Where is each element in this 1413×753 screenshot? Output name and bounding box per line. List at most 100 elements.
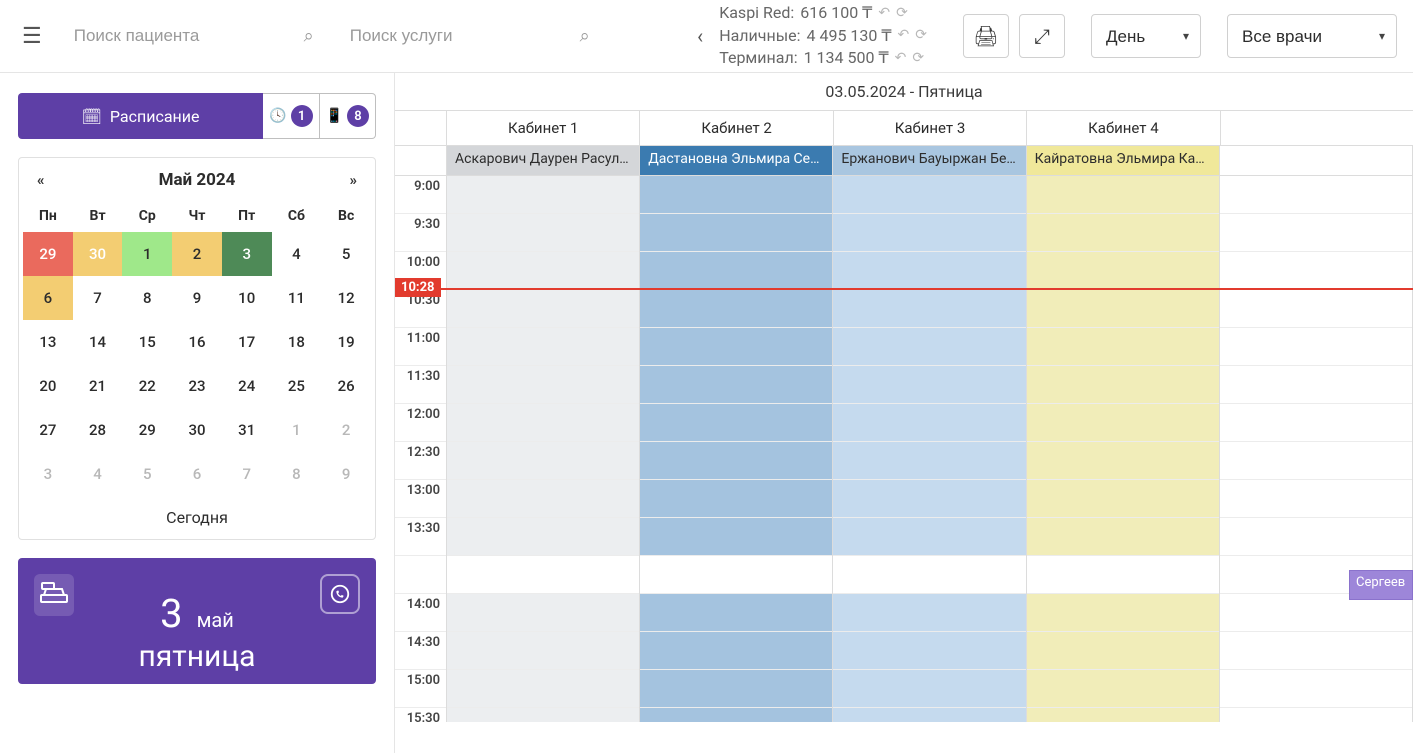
schedule-slot[interactable] [447, 442, 639, 480]
calendar-day[interactable]: 5 [321, 232, 371, 276]
calendar-day[interactable]: 24 [222, 364, 272, 408]
calendar-day[interactable]: 2 [172, 232, 222, 276]
menu-icon[interactable]: ☰ [16, 18, 48, 55]
fullscreen-button[interactable]: ⤢ [1019, 14, 1065, 58]
calendar-day[interactable]: 6 [172, 452, 222, 496]
schedule-slot[interactable] [640, 176, 832, 214]
schedule-slot[interactable] [1027, 518, 1219, 556]
calendar-day[interactable]: 2 [321, 408, 371, 452]
schedule-slot[interactable] [640, 670, 832, 708]
doctor-header[interactable]: Дастановна Эльмира Сери… [640, 146, 833, 175]
schedule-slot[interactable] [640, 480, 832, 518]
schedule-slot[interactable] [447, 366, 639, 404]
doctor-header[interactable]: Аскарович Даурен Расулов [447, 146, 640, 175]
history-badge-button[interactable]: 🕓 1 [263, 93, 319, 139]
cash-register-icon[interactable] [34, 574, 74, 616]
schedule-slot[interactable] [833, 670, 1025, 708]
schedule-slot[interactable] [833, 708, 1025, 722]
calendar-day[interactable]: 9 [321, 452, 371, 496]
schedule-slot[interactable] [1027, 214, 1219, 252]
schedule-slot[interactable] [833, 442, 1025, 480]
schedule-slot[interactable] [1027, 176, 1219, 214]
schedule-slot[interactable] [833, 290, 1025, 328]
schedule-slot[interactable] [1027, 632, 1219, 670]
undo-icon[interactable]: ↶ [898, 26, 910, 46]
schedule-event[interactable]: Сергеев [1349, 570, 1413, 600]
schedule-slot[interactable] [833, 404, 1025, 442]
calendar-day[interactable]: 12 [321, 276, 371, 320]
calendar-day[interactable]: 4 [272, 232, 322, 276]
calendar-today-button[interactable]: Сегодня [23, 496, 371, 533]
whatsapp-icon[interactable] [320, 574, 360, 614]
undo-icon[interactable]: ↶ [895, 49, 907, 69]
schedule-slot[interactable] [1220, 708, 1412, 722]
schedule-slot[interactable] [447, 708, 639, 722]
schedule-slot[interactable] [1027, 708, 1219, 722]
calendar-day[interactable]: 4 [73, 452, 123, 496]
schedule-slot[interactable] [640, 328, 832, 366]
calendar-day[interactable]: 17 [222, 320, 272, 364]
undo-icon[interactable]: ↶ [878, 4, 890, 24]
schedule-slot[interactable] [447, 404, 639, 442]
mobile-badge-button[interactable]: 📱 8 [320, 93, 376, 139]
schedule-slot[interactable] [640, 594, 832, 632]
schedule-slot[interactable] [1220, 480, 1412, 518]
calendar-day[interactable]: 15 [122, 320, 172, 364]
schedule-slot[interactable] [447, 214, 639, 252]
calendar-day[interactable]: 10 [222, 276, 272, 320]
calendar-day[interactable]: 8 [122, 276, 172, 320]
schedule-slot[interactable] [447, 556, 639, 594]
chevron-left-icon[interactable]: ‹ [691, 18, 709, 54]
schedule-slot[interactable] [1220, 404, 1412, 442]
calendar-day[interactable]: 1 [272, 408, 322, 452]
calendar-day[interactable]: 13 [23, 320, 73, 364]
schedule-button[interactable]: 🗓 Расписание [18, 93, 263, 139]
schedule-slot[interactable] [447, 632, 639, 670]
doctor-filter-select[interactable]: Все врачи [1227, 14, 1397, 58]
schedule-slot[interactable] [1027, 442, 1219, 480]
schedule-slot[interactable] [1220, 670, 1412, 708]
schedule-slot[interactable] [640, 290, 832, 328]
schedule-slot[interactable] [447, 290, 639, 328]
calendar-day[interactable]: 7 [222, 452, 272, 496]
search-service-input[interactable] [340, 14, 600, 58]
schedule-slot[interactable] [1220, 214, 1412, 252]
calendar-day[interactable]: 9 [172, 276, 222, 320]
schedule-slot[interactable] [833, 366, 1025, 404]
calendar-day[interactable]: 23 [172, 364, 222, 408]
sync-icon[interactable]: ⟳ [896, 4, 908, 24]
schedule-slot[interactable] [1027, 480, 1219, 518]
schedule-slot[interactable] [447, 252, 639, 290]
calendar-day[interactable]: 26 [321, 364, 371, 408]
calendar-day[interactable]: 3 [23, 452, 73, 496]
calendar-day[interactable]: 5 [122, 452, 172, 496]
calendar-day[interactable]: 6 [23, 276, 73, 320]
schedule-slot[interactable] [833, 214, 1025, 252]
schedule-slot[interactable] [640, 518, 832, 556]
sync-icon[interactable]: ⟳ [912, 49, 924, 69]
schedule-slot[interactable] [833, 176, 1025, 214]
calendar-day[interactable]: 16 [172, 320, 222, 364]
search-patient-input[interactable] [64, 14, 324, 58]
schedule-slot[interactable] [447, 480, 639, 518]
calendar-day[interactable]: 29 [23, 232, 73, 276]
schedule-slot[interactable] [640, 404, 832, 442]
schedule-slot[interactable] [1220, 252, 1412, 290]
calendar-day[interactable]: 27 [23, 408, 73, 452]
schedule-slot[interactable] [640, 214, 832, 252]
schedule-slot[interactable] [640, 252, 832, 290]
schedule-slot[interactable] [1220, 442, 1412, 480]
calendar-day[interactable]: 19 [321, 320, 371, 364]
schedule-slot[interactable] [833, 632, 1025, 670]
calendar-prev[interactable]: « [37, 171, 45, 189]
calendar-day[interactable]: 18 [272, 320, 322, 364]
schedule-slot[interactable] [1220, 176, 1412, 214]
schedule-slot[interactable] [640, 366, 832, 404]
schedule-slot[interactable] [1027, 328, 1219, 366]
schedule-slot[interactable] [833, 480, 1025, 518]
schedule-slot[interactable] [1027, 252, 1219, 290]
schedule-slot[interactable] [640, 556, 832, 594]
calendar-day[interactable]: 31 [222, 408, 272, 452]
schedule-slot[interactable] [447, 176, 639, 214]
schedule-slot[interactable] [1220, 290, 1412, 328]
